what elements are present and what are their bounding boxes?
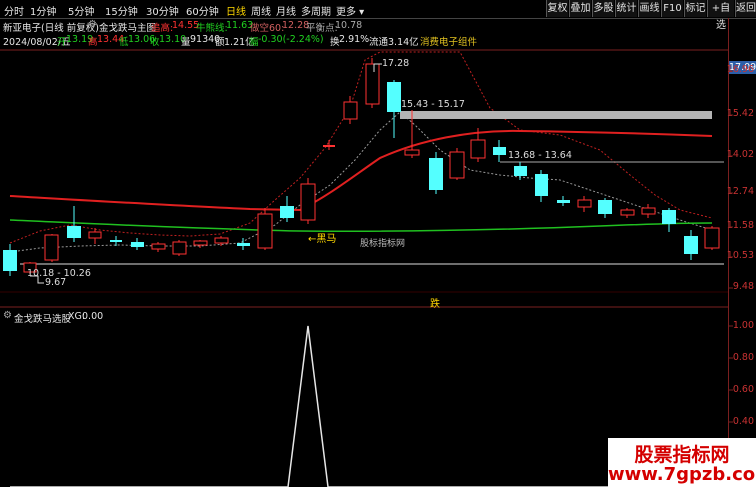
sub-tick: 0.40 <box>732 416 754 427</box>
xg-value: 0.00 <box>82 311 104 322</box>
candle <box>67 206 81 242</box>
candle <box>3 244 17 276</box>
candle <box>323 140 335 150</box>
candle <box>343 96 358 124</box>
fall-signal-label: 跌 <box>430 299 440 310</box>
signal-text: 黑马 <box>316 234 337 245</box>
candle <box>598 198 612 218</box>
ma-red-line <box>9 129 713 212</box>
ma-green-line <box>9 219 713 233</box>
candle <box>514 162 527 180</box>
sub-indicator-name: 金戈跌马选股 <box>14 314 72 325</box>
sub-tick: 0.80 <box>732 352 754 363</box>
candle <box>429 152 443 194</box>
watermark-line2: www.7gpzb.com <box>608 464 756 485</box>
sub-tick: 0.60 <box>732 384 754 395</box>
candle <box>684 230 698 260</box>
high-marker-label: 17.28 <box>382 58 410 69</box>
signal-label: ←黑马 <box>308 230 336 245</box>
candle <box>280 196 294 222</box>
sub-tick: 1.00 <box>732 320 754 331</box>
candle <box>151 242 166 252</box>
site-watermark: 股票指标网 www.7gpzb.com <box>608 438 756 487</box>
candle <box>620 208 635 218</box>
range-label-1: 15.43 - 15.17 <box>401 99 465 110</box>
candle <box>300 178 316 224</box>
watermark-line1: 股票指标网 <box>634 444 730 466</box>
candle <box>557 196 570 206</box>
candle <box>662 208 676 232</box>
candle <box>577 196 592 212</box>
gear-icon[interactable]: ⚙ <box>3 310 12 321</box>
range-label-3: 10.18 - 10.26 <box>27 268 91 279</box>
candle <box>535 170 548 202</box>
candle <box>257 208 273 250</box>
range-label-2: 13.68 - 13.64 <box>508 150 572 161</box>
candle <box>172 240 187 256</box>
candle <box>44 234 59 262</box>
candle <box>193 240 208 248</box>
candle <box>641 204 656 218</box>
candle <box>365 58 380 108</box>
candle <box>449 148 465 180</box>
candle <box>493 140 506 162</box>
candle <box>110 236 122 246</box>
candle <box>237 238 250 250</box>
xg-signal-line <box>10 325 712 487</box>
candle <box>88 228 102 244</box>
candle <box>131 238 144 250</box>
upper-envelope-line <box>9 51 713 244</box>
resistance-band <box>400 111 712 119</box>
candle <box>704 226 720 250</box>
candle <box>387 80 401 138</box>
site-label: 股标指标网 <box>360 239 406 249</box>
